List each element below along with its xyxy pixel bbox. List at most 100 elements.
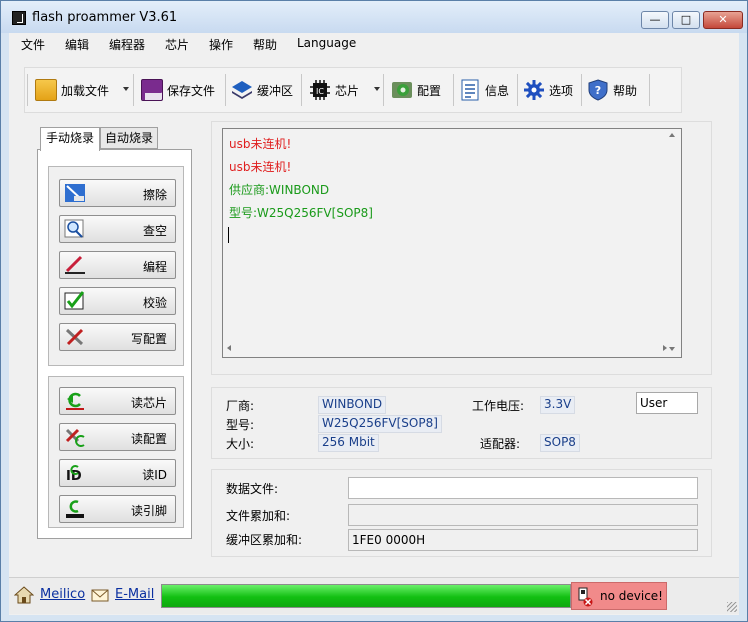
read-operations-group: 读芯片 读配置 ID 读ID 读引脚 — [48, 376, 184, 528]
document-icon — [461, 79, 479, 101]
options-button[interactable]: 选项 — [523, 76, 573, 104]
chip-label: 芯片 — [335, 83, 360, 98]
help-label: 帮助 — [613, 83, 638, 98]
email-link[interactable]: E-Mail — [115, 587, 154, 602]
info-label: 信息 — [485, 83, 510, 98]
write-config-label: 写配置 — [130, 332, 167, 346]
usb-disconnected-icon — [578, 587, 593, 607]
log-line: 供应商:WINBOND — [229, 183, 330, 197]
user-field[interactable]: User — [636, 392, 698, 414]
model-label: 型号: — [226, 418, 255, 432]
verify-button[interactable]: 校验 — [59, 287, 176, 315]
info-button[interactable]: 信息 — [459, 76, 509, 104]
scroll-right-icon[interactable] — [663, 345, 667, 351]
device-status: no device! — [571, 582, 667, 610]
read-config-button[interactable]: 读配置 — [59, 423, 176, 451]
save-file-label: 保存文件 — [167, 83, 216, 98]
log-horizontal-scrollbar[interactable] — [225, 341, 669, 355]
toolbar-separator — [225, 74, 226, 106]
layers-icon — [232, 81, 252, 99]
menu-chip[interactable]: 芯片 — [165, 36, 189, 53]
read-id-icon: ID — [66, 465, 82, 483]
read-id-button[interactable]: ID 读ID — [59, 459, 176, 487]
folder-icon — [35, 79, 57, 101]
log-vertical-scrollbar[interactable] — [665, 131, 679, 353]
write-config-button[interactable]: 写配置 — [59, 323, 176, 351]
toolbar-separator — [581, 74, 582, 106]
vendor-value: WINBOND — [318, 396, 387, 414]
config-label: 配置 — [417, 83, 442, 98]
menu-operation[interactable]: 操作 — [209, 36, 233, 53]
log-textarea[interactable]: usb未连机! usb未连机! 供应商:WINBOND 型号:W25Q256FV… — [222, 128, 682, 358]
chip-dropdown-icon[interactable] — [374, 87, 380, 91]
resize-grip[interactable] — [727, 602, 737, 612]
menu-bar: 文件 编辑 编程器 芯片 操作 帮助 Language — [9, 33, 739, 55]
buffer-button[interactable]: 缓冲区 — [231, 76, 293, 104]
data-file-field[interactable] — [348, 477, 698, 499]
menu-programmer[interactable]: 编程器 — [109, 36, 145, 53]
ic-chip-icon: IC — [310, 80, 330, 100]
tools-icon — [65, 328, 84, 346]
size-label: 大小: — [226, 437, 255, 451]
config-button[interactable]: 配置 — [391, 76, 441, 104]
minimize-button[interactable]: — — [641, 11, 669, 29]
close-button[interactable]: ✕ — [703, 11, 743, 29]
menu-help[interactable]: 帮助 — [253, 36, 277, 53]
toolbar-separator — [301, 74, 302, 106]
log-panel: usb未连机! usb未连机! 供应商:WINBOND 型号:W25Q256FV… — [211, 121, 712, 375]
file-panel: 数据文件: 文件累加和: 缓冲区累加和: 1FE0 0000H — [211, 469, 712, 557]
menu-edit[interactable]: 编辑 — [65, 36, 89, 53]
voltage-value: 3.3V — [540, 396, 576, 414]
read-config-label: 读配置 — [130, 432, 167, 446]
home-icon — [14, 586, 34, 604]
help-button[interactable]: ? 帮助 — [587, 76, 637, 104]
read-chip-button[interactable]: 读芯片 — [59, 387, 176, 415]
cog-icon — [524, 80, 544, 100]
toolbar-separator — [383, 74, 384, 106]
file-checksum-label: 文件累加和: — [226, 509, 291, 523]
chip-info-panel: 厂商: WINBOND 型号: W25Q256FV[SOP8] 大小: 256 … — [211, 387, 712, 459]
voltage-label: 工作电压: — [472, 399, 525, 413]
buffer-label: 缓冲区 — [257, 83, 294, 98]
toolbar-separator — [453, 74, 454, 106]
program-label: 编程 — [142, 260, 167, 274]
progress-fill — [162, 585, 570, 607]
blank-check-button[interactable]: 查空 — [59, 215, 176, 243]
pen-icon — [65, 255, 85, 274]
erase-button[interactable]: 擦除 — [59, 179, 176, 207]
app-window: flash proammer V3.61 — □ ✕ 文件 编辑 编程器 芯片 … — [0, 0, 748, 622]
scroll-left-icon[interactable] — [227, 345, 231, 351]
chip-button[interactable]: IC 芯片 — [309, 76, 359, 104]
scroll-down-icon[interactable] — [669, 347, 675, 351]
svg-text:IC: IC — [316, 87, 324, 96]
svg-text:?: ? — [595, 84, 601, 97]
save-file-button[interactable]: 保存文件 — [141, 76, 215, 104]
checkmark-icon — [64, 291, 85, 310]
program-button[interactable]: 编程 — [59, 251, 176, 279]
load-file-label: 加载文件 — [61, 83, 110, 98]
scroll-up-icon[interactable] — [669, 133, 675, 137]
toolbar-separator — [133, 74, 134, 106]
load-file-button[interactable]: 加载文件 — [35, 76, 109, 104]
menu-language[interactable]: Language — [297, 36, 356, 50]
status-bar: Meilico E-Mail no device! — [9, 577, 739, 614]
tab-manual[interactable]: 手动烧录 — [40, 127, 100, 151]
meilico-link[interactable]: Meilico — [40, 587, 85, 602]
progress-bar — [161, 584, 571, 608]
shield-help-icon: ? — [588, 79, 608, 101]
data-file-label: 数据文件: — [226, 482, 279, 496]
device-status-label: no device! — [600, 589, 663, 603]
write-operations-group: 擦除 查空 编程 校验 写配置 — [48, 166, 184, 366]
menu-file[interactable]: 文件 — [21, 36, 45, 53]
read-chip-icon — [66, 392, 84, 410]
maximize-button[interactable]: □ — [672, 11, 700, 29]
read-pins-button[interactable]: 读引脚 — [59, 495, 176, 523]
adapter-value: SOP8 — [540, 434, 580, 452]
adapter-label: 适配器: — [480, 437, 521, 451]
tab-auto[interactable]: 自动烧录 — [100, 127, 158, 149]
client-area: 文件 编辑 编程器 芯片 操作 帮助 Language 加载文件 保存文件 缓冲… — [9, 33, 739, 615]
model-value: W25Q256FV[SOP8] — [318, 415, 442, 433]
load-file-dropdown-icon[interactable] — [123, 87, 129, 91]
window-title: flash proammer V3.61 — [32, 10, 178, 25]
operation-panel: 手动烧录 自动烧录 擦除 查空 编程 校验 写配置 读芯片 读配置 ID 读ID… — [37, 127, 195, 545]
